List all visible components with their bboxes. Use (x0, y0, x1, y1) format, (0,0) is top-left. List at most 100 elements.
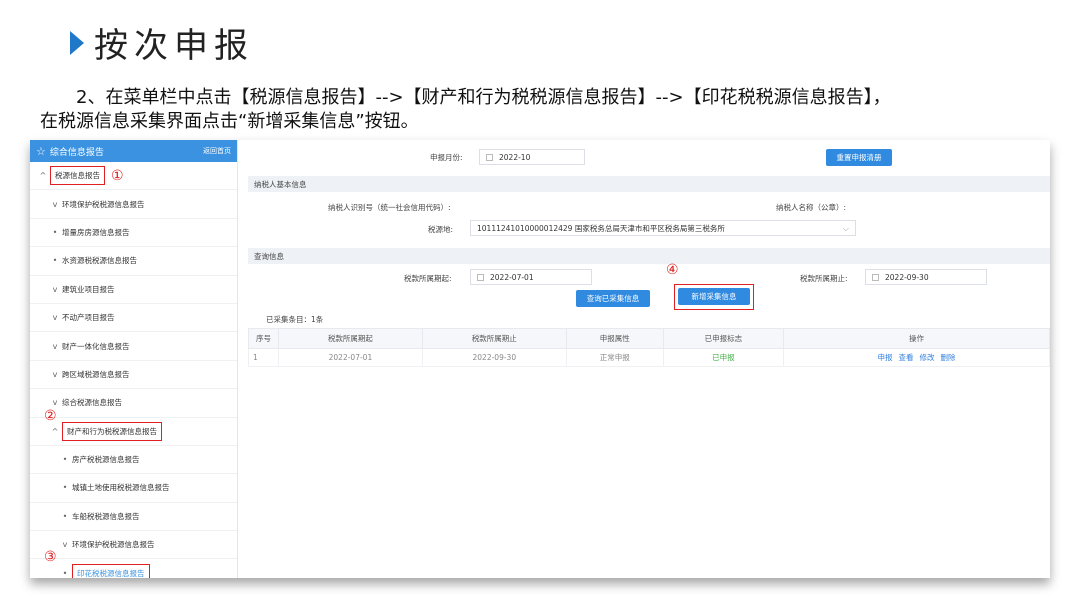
cell-flag: 已申报 (662, 348, 785, 367)
title-text: 按次申报 (94, 26, 254, 66)
instruction-line-1: 2、在菜单栏中点击【税源信息报告】-->【财产和行为税税源信息报告】-->【印花… (76, 87, 891, 108)
chevron-down-icon: v (52, 284, 58, 294)
cell-start: 2022-07-01 (278, 348, 423, 367)
back-home-link[interactable]: 返回首页 (203, 146, 231, 156)
calendar-icon (486, 153, 493, 161)
add-collection-button[interactable]: 新增采集信息 (678, 288, 750, 305)
view-link[interactable]: 查看 (899, 353, 914, 362)
declare-link[interactable]: 申报 (878, 353, 893, 362)
column-header: 操作 (783, 328, 1050, 349)
calendar-icon (477, 273, 484, 281)
slide-title: 按次申报 (70, 18, 254, 67)
sidebar-item[interactable]: • 城镇土地使用税税源信息报告 (30, 474, 237, 503)
taxpayer-name-label: 纳税人名称（公章）: (776, 203, 847, 212)
table-row: 1 2022-07-01 2022-09-30 正常申报 已申报 申报 查看 修改 删除 (248, 348, 1050, 367)
sidebar-item-label: 车船税税源信息报告 (72, 511, 140, 521)
triangle-bullet-icon (70, 30, 84, 55)
sidebar-item[interactable]: v 建筑业项目报告 (30, 276, 237, 304)
sidebar: ☆ 综合信息报告 返回首页 ^ 税源信息报告 ① v 环境保护税税源信息报告 • 增量房房源… (30, 140, 238, 578)
sidebar-item-label: 财产和行为税税源信息报告 (62, 421, 162, 441)
basic-info-section: 纳税人基本信息 (248, 176, 1050, 192)
sidebar-item[interactable]: v 财产一体化信息报告 (30, 332, 237, 361)
sidebar-item[interactable]: • 房产税税源信息报告 (30, 446, 237, 475)
step-marker: ③ (44, 549, 57, 566)
step-4-marker: ④ (666, 262, 679, 278)
sidebar-item-label: 税源信息报告 (50, 166, 105, 186)
sidebar-item-label: 跨区域税源信息报告 (62, 369, 130, 379)
sidebar-item[interactable]: • 车船税税源信息报告 (30, 503, 237, 532)
taxpayer-id-label: 纳税人识别号（统一社会信用代码）: (328, 203, 451, 212)
column-header: 税款所属期起 (278, 328, 423, 349)
sidebar-item-label: 城镇土地使用税税源信息报告 (72, 483, 170, 493)
sidebar-item[interactable]: ^ 税源信息报告 ① (30, 162, 237, 191)
sidebar-item-label: 财产一体化信息报告 (62, 341, 130, 351)
sidebar-item[interactable]: ^ 财产和行为税税源信息报告 ② (30, 408, 237, 446)
bullet-icon: • (52, 256, 58, 266)
period-label: 申报月份: (430, 153, 463, 162)
add-button-highlight: 新增采集信息 (674, 284, 754, 310)
sidebar-header: ☆ 综合信息报告 返回首页 (30, 140, 237, 162)
step-marker: ① (111, 167, 124, 184)
sidebar-item[interactable]: • 印花税税源信息报告 ③ (30, 549, 237, 578)
step-marker: ② (44, 407, 57, 424)
delete-link[interactable]: 删除 (941, 353, 956, 362)
chevron-up-icon: ^ (39, 171, 47, 181)
bullet-icon: • (62, 455, 68, 465)
chevron-down-icon: ⌵ (842, 224, 849, 233)
chevron-down-icon: v (52, 369, 58, 379)
chevron-up-icon: ^ (51, 426, 59, 436)
sidebar-item-label: 增量房房源信息报告 (62, 227, 130, 237)
bullet-icon: • (62, 483, 68, 493)
main-panel: 申报月份: 2022-10 重置申报清册 纳税人基本信息 纳税人识别号（统一社会… (248, 140, 1050, 578)
sidebar-item[interactable]: v 综合税源信息报告 (30, 389, 237, 418)
tax-office-label: 税源地: (428, 225, 454, 234)
instruction-text: 2、在菜单栏中点击【税源信息报告】-->【财产和行为税税源信息报告】-->【印花… (40, 86, 1050, 134)
cell-attr: 正常申报 (565, 348, 664, 367)
query-section: 查询信息 (248, 248, 1050, 264)
table-body: 1 2022-07-01 2022-09-30 正常申报 已申报 申报 查看 修改 删除 (248, 348, 1050, 367)
start-period-input[interactable]: 2022-07-01 (470, 269, 592, 285)
sidebar-menu: ^ 税源信息报告 ① v 环境保护税税源信息报告 • 增量房房源信息报告 • 水资源税税源信息报… (30, 162, 237, 578)
app-screenshot: ☆ 综合信息报告 返回首页 ^ 税源信息报告 ① v 环境保护税税源信息报告 • 增量房房源… (30, 140, 1050, 578)
end-period-input[interactable]: 2022-09-30 (865, 269, 987, 285)
sidebar-item-label: 建筑业项目报告 (62, 284, 115, 294)
period-input[interactable]: 2022-10 (479, 149, 585, 165)
sidebar-item[interactable]: • 增量房房源信息报告 (30, 219, 237, 248)
bullet-icon: • (62, 568, 68, 578)
instruction-line-2: 在税源信息采集界面点击“新增采集信息”按钮。 (40, 111, 419, 132)
cell-end: 2022-09-30 (421, 348, 567, 367)
sidebar-item-label: 环境保护税税源信息报告 (72, 540, 155, 550)
column-header: 税款所属期止 (421, 328, 567, 349)
calendar-icon (872, 273, 879, 281)
start-period-label: 税款所属期起: (404, 274, 452, 283)
bullet-icon: • (62, 511, 68, 521)
sidebar-item-label: 房产税税源信息报告 (72, 455, 140, 465)
reset-declaration-button[interactable]: 重置申报清册 (826, 149, 892, 166)
chevron-down-icon: v (52, 313, 58, 323)
sidebar-item[interactable]: • 水资源税税源信息报告 (30, 247, 237, 276)
sidebar-item[interactable]: v 不动产项目报告 (30, 304, 237, 333)
chevron-down-icon: v (52, 341, 58, 351)
collected-table: 序号 税款所属期起 税款所属期止 申报属性 已申报标志 操作 1 2022-07-01 202… (248, 328, 1050, 367)
table-header-row: 序号 税款所属期起 税款所属期止 申报属性 已申报标志 操作 (248, 328, 1050, 349)
column-header: 申报属性 (565, 328, 664, 349)
sidebar-item-label: 水资源税税源信息报告 (62, 256, 137, 266)
collected-count: 已采集条目：1条 (266, 315, 324, 324)
sidebar-item-label: 印花税税源信息报告 (72, 563, 150, 578)
sidebar-item[interactable]: v 环境保护税税源信息报告 (30, 190, 237, 219)
sidebar-item-label: 综合税源信息报告 (62, 398, 122, 408)
end-period-label: 税款所属期止: (800, 274, 848, 283)
chevron-down-icon: v (52, 398, 58, 408)
column-header: 序号 (248, 328, 279, 349)
cell-no: 1 (248, 348, 279, 367)
cell-ops: 申报 查看 修改 删除 (783, 348, 1050, 367)
query-collected-button[interactable]: 查询已采集信息 (576, 290, 650, 307)
tax-office-select[interactable]: 10111241010000012429 国家税务总局天津市和平区税务局第三税务… (470, 220, 856, 236)
sidebar-item-label: 不动产项目报告 (62, 313, 115, 323)
column-header: 已申报标志 (662, 328, 785, 349)
chevron-down-icon: v (52, 199, 58, 209)
edit-link[interactable]: 修改 (920, 353, 935, 362)
sidebar-item[interactable]: v 跨区域税源信息报告 (30, 361, 237, 390)
bullet-icon: • (52, 227, 58, 237)
sidebar-item[interactable]: v 环境保护税税源信息报告 (30, 531, 237, 560)
